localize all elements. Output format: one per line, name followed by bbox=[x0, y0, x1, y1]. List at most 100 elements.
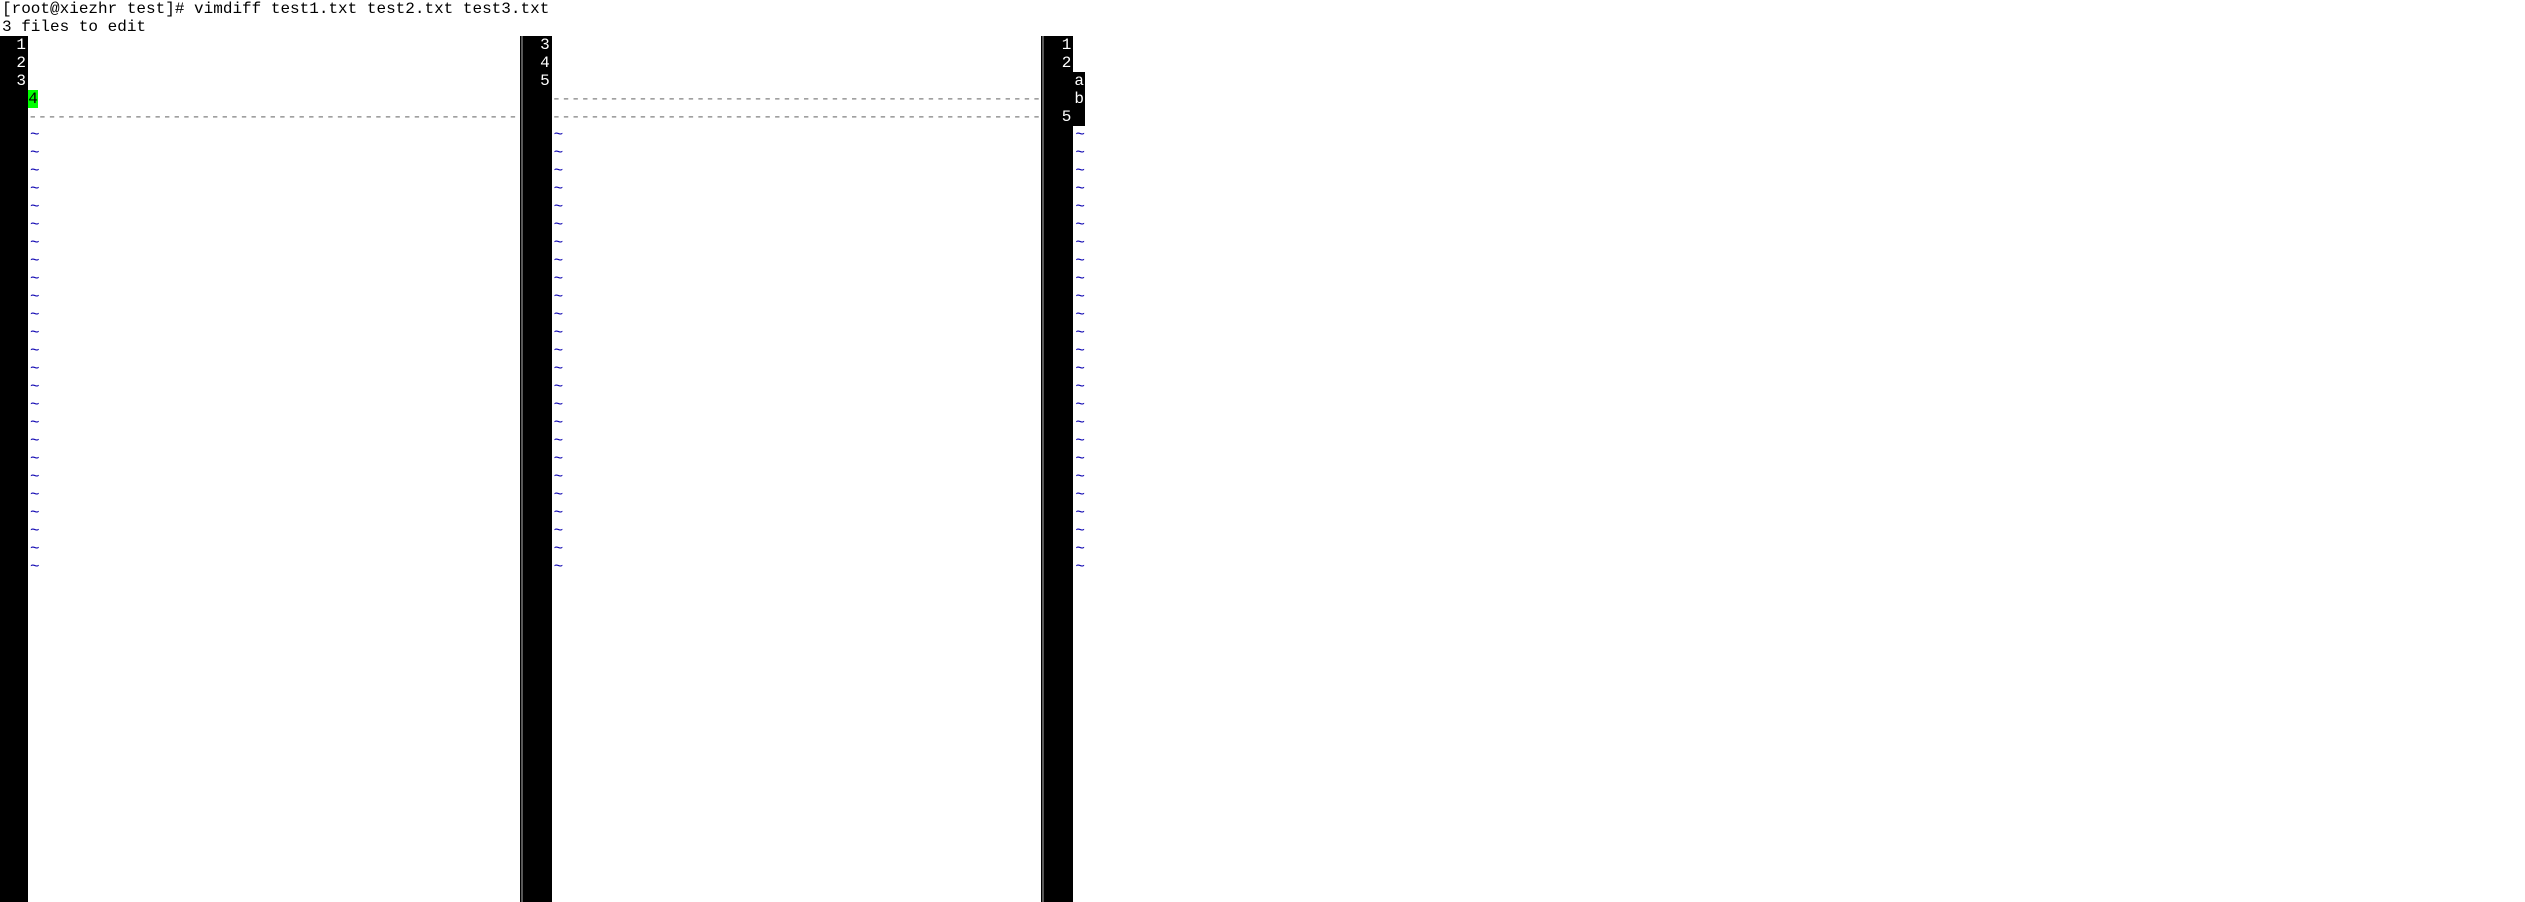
text-row bbox=[1073, 54, 1565, 72]
empty-tilde: ~ bbox=[552, 540, 1042, 558]
fold-column bbox=[0, 36, 14, 902]
empty-tilde: ~ bbox=[1073, 432, 1565, 450]
line-number: 2 bbox=[14, 54, 26, 72]
diff-filler-dashes bbox=[552, 108, 1042, 126]
empty-tilde: ~ bbox=[1073, 396, 1565, 414]
empty-tilde: ~ bbox=[1073, 558, 1565, 576]
filler-row bbox=[28, 108, 520, 126]
empty-tilde: ~ bbox=[1073, 198, 1565, 216]
empty-tilde: ~ bbox=[1073, 180, 1565, 198]
empty-tilde: ~ bbox=[28, 198, 520, 216]
empty-tilde: ~ bbox=[28, 468, 520, 486]
line-number-gutter: 1 2 3 bbox=[14, 36, 28, 902]
line-number: 4 bbox=[538, 54, 550, 72]
empty-tilde: ~ bbox=[28, 144, 520, 162]
empty-tilde: ~ bbox=[28, 450, 520, 468]
empty-tilde: ~ bbox=[552, 504, 1042, 522]
diff-pane-2[interactable]: 3 4 5 ~ ~ ~ ~ ~ ~ ~ ~ ~ ~ bbox=[524, 36, 1046, 902]
empty-tilde: ~ bbox=[552, 234, 1042, 252]
empty-tilde: ~ bbox=[28, 522, 520, 540]
empty-tilde: ~ bbox=[1073, 342, 1565, 360]
text-row bbox=[552, 36, 1042, 54]
text-cursor: 4 bbox=[28, 90, 38, 108]
filler-row bbox=[552, 108, 1042, 126]
empty-tilde: ~ bbox=[28, 486, 520, 504]
empty-tilde: ~ bbox=[552, 360, 1042, 378]
empty-tilde: ~ bbox=[28, 540, 520, 558]
empty-tilde: ~ bbox=[552, 558, 1042, 576]
text-row: b bbox=[1073, 90, 1565, 108]
empty-tilde: ~ bbox=[28, 432, 520, 450]
diff-pane-3[interactable]: 1 2 5 a b ~ ~ ~ ~ ~ ~ ~ ~ ~ bbox=[1045, 36, 1565, 902]
line-number: 5 bbox=[1059, 108, 1071, 126]
text-row bbox=[28, 54, 520, 72]
empty-tilde: ~ bbox=[552, 468, 1042, 486]
line-number-gutter: 1 2 5 bbox=[1059, 36, 1073, 902]
empty-tilde: ~ bbox=[28, 504, 520, 522]
line-number bbox=[14, 108, 26, 126]
empty-tilde: ~ bbox=[1073, 252, 1565, 270]
buffer-content[interactable]: ~ ~ ~ ~ ~ ~ ~ ~ ~ ~ ~ ~ ~ ~ ~ ~ ~ ~ ~ ~ bbox=[552, 36, 1042, 902]
empty-tilde: ~ bbox=[552, 288, 1042, 306]
empty-tilde: ~ bbox=[552, 324, 1042, 342]
empty-tilde: ~ bbox=[1073, 162, 1565, 180]
line-number: 3 bbox=[538, 36, 550, 54]
fold-column bbox=[524, 36, 538, 902]
line-number bbox=[538, 108, 550, 126]
empty-tilde: ~ bbox=[552, 180, 1042, 198]
empty-tilde: ~ bbox=[28, 378, 520, 396]
diff-filler-dashes bbox=[28, 108, 520, 126]
empty-tilde: ~ bbox=[1073, 504, 1565, 522]
empty-tilde: ~ bbox=[28, 126, 520, 144]
terminal-window[interactable]: [root@xiezhr test]# vimdiff test1.txt te… bbox=[0, 0, 1565, 902]
line-number: 2 bbox=[1059, 54, 1071, 72]
text-row bbox=[552, 54, 1042, 72]
empty-tilde: ~ bbox=[1073, 522, 1565, 540]
empty-tilde: ~ bbox=[552, 450, 1042, 468]
empty-tilde: ~ bbox=[1073, 234, 1565, 252]
empty-tilde: ~ bbox=[28, 270, 520, 288]
empty-tilde: ~ bbox=[28, 558, 520, 576]
buffer-content[interactable]: 4 ~ ~ ~ ~ ~ ~ ~ ~ ~ ~ ~ ~ ~ ~ ~ ~ ~ ~ bbox=[28, 36, 520, 902]
empty-tilde: ~ bbox=[28, 306, 520, 324]
fold-column bbox=[1045, 36, 1059, 902]
empty-tilde: ~ bbox=[28, 414, 520, 432]
empty-tilde: ~ bbox=[552, 144, 1042, 162]
empty-tilde: ~ bbox=[1073, 216, 1565, 234]
buffer-content[interactable]: a b ~ ~ ~ ~ ~ ~ ~ ~ ~ ~ ~ ~ ~ ~ ~ ~ ~ bbox=[1073, 36, 1565, 902]
empty-tilde: ~ bbox=[552, 162, 1042, 180]
text-row bbox=[552, 72, 1042, 90]
empty-tilde: ~ bbox=[1073, 540, 1565, 558]
empty-tilde: ~ bbox=[28, 288, 520, 306]
empty-tilde: ~ bbox=[28, 342, 520, 360]
text-row: a bbox=[1073, 72, 1565, 90]
empty-tilde: ~ bbox=[552, 486, 1042, 504]
line-number-gutter: 3 4 5 bbox=[538, 36, 552, 902]
line-number bbox=[1059, 72, 1071, 90]
text-row bbox=[1073, 36, 1565, 54]
empty-tilde: ~ bbox=[1073, 360, 1565, 378]
empty-tilde: ~ bbox=[1073, 468, 1565, 486]
line-number bbox=[538, 90, 550, 108]
empty-tilde: ~ bbox=[552, 414, 1042, 432]
empty-tilde: ~ bbox=[1073, 324, 1565, 342]
line-number bbox=[14, 90, 26, 108]
empty-tilde: ~ bbox=[28, 324, 520, 342]
empty-tilde: ~ bbox=[1073, 450, 1565, 468]
empty-tilde: ~ bbox=[28, 162, 520, 180]
empty-tilde: ~ bbox=[552, 522, 1042, 540]
diff-added-char: b bbox=[1073, 90, 1085, 108]
empty-tilde: ~ bbox=[1073, 270, 1565, 288]
diff-space bbox=[1073, 108, 1085, 126]
empty-tilde: ~ bbox=[28, 396, 520, 414]
empty-tilde: ~ bbox=[552, 126, 1042, 144]
empty-tilde: ~ bbox=[28, 234, 520, 252]
line-number: 5 bbox=[538, 72, 550, 90]
empty-tilde: ~ bbox=[552, 198, 1042, 216]
diff-added-char: a bbox=[1073, 72, 1085, 90]
diff-pane-1[interactable]: 1 2 3 4 ~ ~ ~ ~ ~ ~ ~ ~ ~ bbox=[0, 36, 524, 902]
filler-row bbox=[552, 90, 1042, 108]
empty-tilde: ~ bbox=[1073, 414, 1565, 432]
text-row bbox=[1073, 108, 1565, 126]
text-row bbox=[28, 36, 520, 54]
